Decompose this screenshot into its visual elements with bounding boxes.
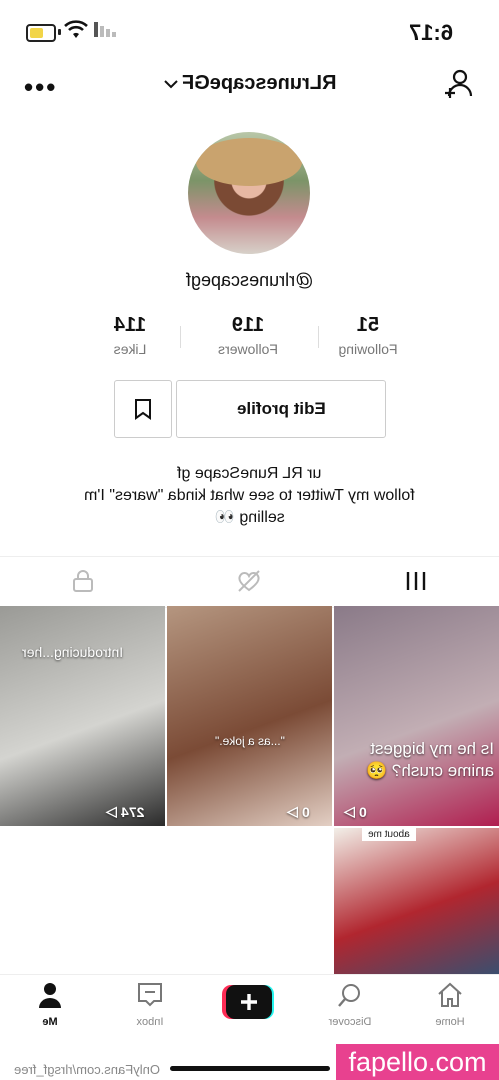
play-icon: ◁ <box>344 803 355 819</box>
view-count-value: 0 <box>301 803 310 820</box>
tab-videos[interactable] <box>333 557 499 605</box>
more-options-icon[interactable]: ••• <box>24 72 57 103</box>
content-tabs <box>0 556 499 608</box>
bio: ur RL RuneScape gf follow my Twitter to … <box>0 463 499 529</box>
followers-label: Followers <box>218 341 278 357</box>
stat-likes[interactable]: 114 Likes <box>80 314 180 357</box>
view-count: ◁ 274 <box>106 803 144 820</box>
nav-inbox[interactable]: Inbox <box>110 981 190 1028</box>
page-title: RLrunescapeGF <box>182 72 337 94</box>
profile-actions: Edit profile <box>0 380 499 438</box>
view-count-value: 0 <box>358 803 367 820</box>
bookmark-icon <box>135 399 151 420</box>
home-indicator <box>170 1066 330 1071</box>
play-icon: ◁ <box>106 803 117 819</box>
stat-followers[interactable]: 119 Followers <box>198 314 298 357</box>
create-video-button[interactable] <box>222 985 276 1021</box>
avatar-hat-shape <box>196 138 302 186</box>
view-count: ◁ 0 <box>344 803 367 820</box>
avatar[interactable] <box>188 132 310 254</box>
top-nav: ••• RLrunescapeGF <box>0 62 499 108</box>
battery-tip <box>58 29 61 35</box>
tab-liked[interactable] <box>166 557 332 605</box>
likes-count: 114 <box>113 314 147 336</box>
bio-line: ur RL RuneScape gf <box>177 465 322 482</box>
view-count-value: 274 <box>120 803 145 820</box>
favorites-button[interactable] <box>114 380 172 438</box>
bottom-nav: Home Discover Inbox Me <box>0 974 499 1047</box>
play-icon: ◁ <box>287 803 298 819</box>
nav-discover[interactable]: Discover <box>310 981 390 1028</box>
handle-row: @rlrunescapegf <box>0 270 499 291</box>
nav-discover-label: Discover <box>328 1016 372 1028</box>
stat-divider <box>180 326 181 348</box>
watermark-right-text: fapello.com <box>348 1046 487 1077</box>
status-time: 6:17 <box>408 20 453 45</box>
video-thumbnail[interactable]: about me <box>334 828 499 974</box>
edit-profile-button[interactable]: Edit profile <box>176 380 386 438</box>
signal-icon <box>94 22 116 37</box>
video-caption: about me <box>368 829 410 840</box>
video-thumbnail[interactable]: "...as a joke." ◁ 0 <box>167 606 332 826</box>
home-icon <box>438 982 462 1007</box>
nav-home-label: Home <box>435 1016 465 1028</box>
status-bar: 6:17 <box>0 0 499 62</box>
nav-me[interactable]: Me <box>10 981 90 1028</box>
battery-icon <box>26 24 56 42</box>
inbox-icon <box>138 983 162 1007</box>
likes-label: Likes <box>113 341 147 357</box>
person-icon <box>39 983 61 1008</box>
tab-private[interactable] <box>0 557 166 605</box>
view-count: ◁ 0 <box>287 803 310 820</box>
video-caption: "...as a joke." <box>215 734 285 748</box>
following-label: Following <box>338 341 398 357</box>
video-caption: Introducing...her <box>22 644 124 660</box>
watermark-right: fapello.com <box>336 1044 499 1080</box>
wifi-icon <box>64 20 88 38</box>
bio-line: selling 👀 <box>214 509 285 526</box>
hidden-heart-icon <box>238 570 260 592</box>
search-icon <box>338 984 360 1007</box>
chevron-down-icon <box>164 79 178 88</box>
following-count: 51 <box>356 314 380 336</box>
nav-me-label: Me <box>42 1016 58 1028</box>
stat-divider <box>318 326 319 348</box>
account-switcher[interactable]: RLrunescapeGF <box>164 72 336 95</box>
lock-icon <box>73 570 93 592</box>
add-user-icon[interactable] <box>443 68 473 100</box>
video-caption: Is he my biggest anime crush? 🥺 <box>366 739 494 780</box>
grid-icon <box>406 572 426 590</box>
profile-stats: 51 Following 119 Followers 114 Likes <box>0 314 499 364</box>
video-thumbnail[interactable]: Introducing...her ◁ 274 <box>0 606 165 826</box>
followers-count: 119 <box>231 314 265 336</box>
bio-line: follow my Twitter to see what kinda "war… <box>84 487 415 504</box>
nav-inbox-label: Inbox <box>136 1016 164 1028</box>
profile-handle: @rlrunescapegf <box>185 270 314 290</box>
watermark-left: OnlyFans.com/rlrsgf_free <box>14 1062 160 1077</box>
nav-home[interactable]: Home <box>410 981 490 1028</box>
stat-following[interactable]: 51 Following <box>318 314 418 357</box>
edit-profile-label: Edit profile <box>236 399 326 418</box>
video-thumbnail[interactable]: Is he my biggest anime crush? 🥺 ◁ 0 <box>334 606 499 826</box>
